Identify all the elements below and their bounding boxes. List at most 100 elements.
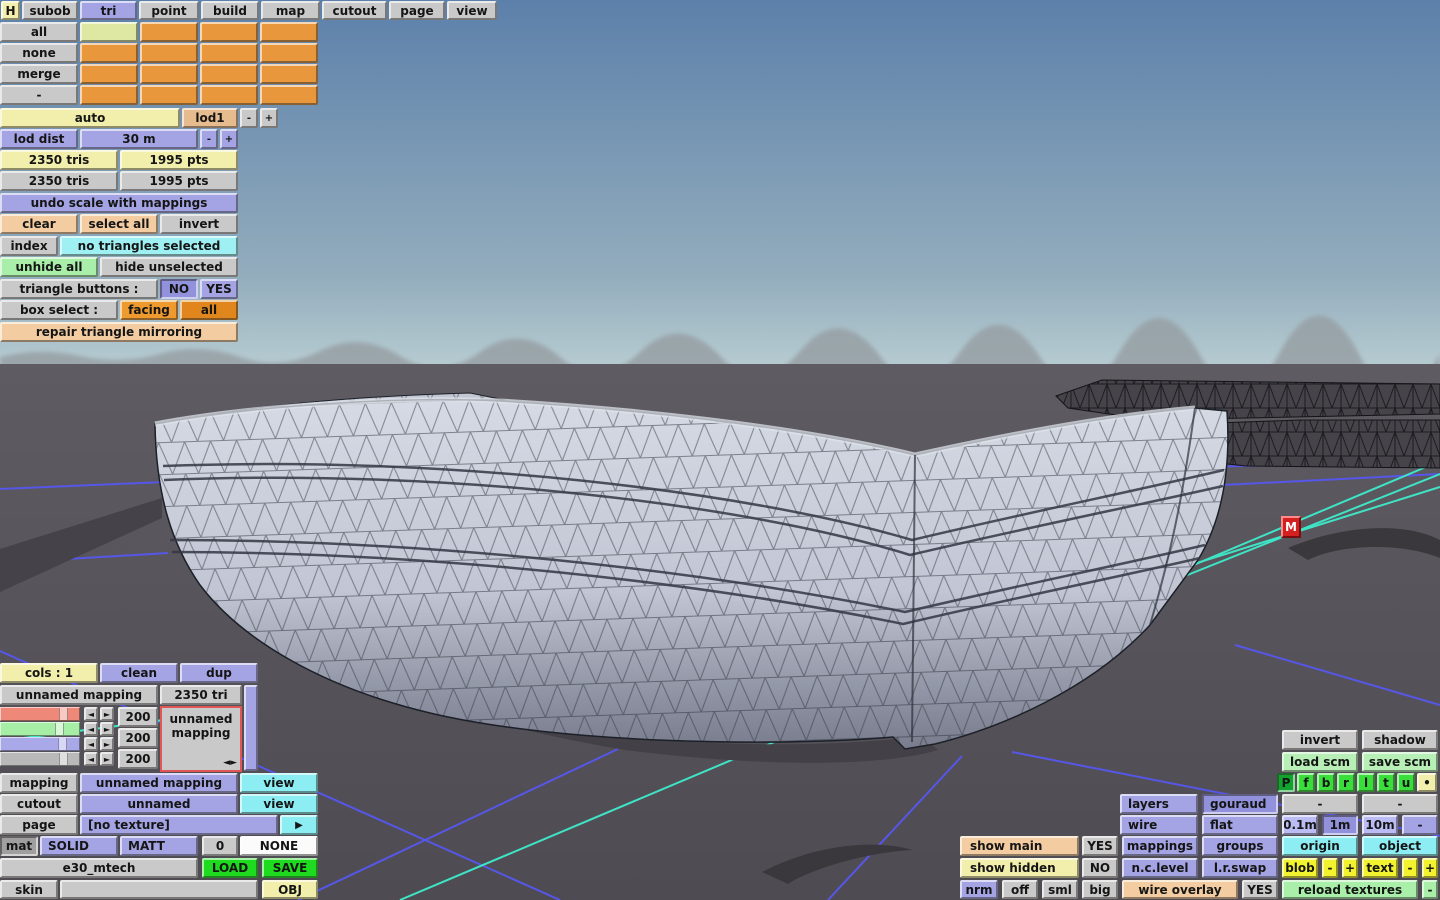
subob-grid-cell[interactable] [140,85,198,105]
select-all-button[interactable]: select all [80,214,158,234]
page-row-label[interactable]: page [0,815,78,835]
cutout-row-label[interactable]: cutout [0,794,78,814]
blob-minus-button[interactable]: - [1322,858,1338,878]
proj-f-button[interactable]: f [1297,773,1315,792]
lod-level-button[interactable]: lod1 [182,108,238,128]
subob-merge-button[interactable]: merge [0,64,78,84]
blob-button[interactable]: blob [1282,858,1318,878]
lod-dist-minus-button[interactable]: - [200,129,218,149]
box-select-all[interactable]: all [180,300,238,320]
lod-plus-button[interactable]: + [260,108,278,128]
tab-h[interactable]: H [1,1,20,20]
subob-grid-cell[interactable] [200,64,258,84]
text-plus-button[interactable]: + [1422,858,1438,878]
mapping-scrollbar[interactable] [244,685,258,771]
mapping-view-button[interactable]: view [240,773,318,793]
shadow-button[interactable]: shadow [1362,730,1438,750]
nclevel-button[interactable]: n.c.level [1122,858,1198,878]
triangle-buttons-yes[interactable]: YES [200,279,238,299]
nrm-button[interactable]: nrm [960,880,998,899]
dup-button[interactable]: dup [180,663,258,683]
triangle-buttons-no[interactable]: NO [160,279,198,299]
slider-gray[interactable] [0,752,80,766]
mat-solid-button[interactable]: SOLID [40,836,118,856]
subob-minus-button[interactable]: - [0,85,78,105]
flat-button[interactable]: flat [1202,815,1278,835]
proj-dot-button[interactable]: • [1417,773,1437,792]
channel-value-2[interactable]: 200 [118,728,158,748]
proj-b-button[interactable]: b [1317,773,1335,792]
subob-grid-cell[interactable] [140,64,198,84]
grid-10m-button[interactable]: 10m [1362,815,1398,835]
subob-none-button[interactable]: none [0,43,78,63]
lod-minus-button[interactable]: - [240,108,258,128]
page-next-button[interactable]: ▶ [280,815,318,835]
clean-button[interactable]: clean [100,663,178,683]
groups-button[interactable]: groups [1202,836,1278,856]
undo-scale-button[interactable]: undo scale with mappings [0,193,238,213]
skin-name-field[interactable] [60,880,258,899]
tab-tri[interactable]: tri [80,1,137,20]
layers-dash-2[interactable]: - [1362,794,1438,814]
mat-matt-button[interactable]: MATT [120,836,198,856]
slider-red-left-arrow[interactable]: ◄ [84,707,98,721]
subob-grid-cell[interactable] [140,22,198,42]
subob-grid-cell[interactable] [200,85,258,105]
slider-gray-right-arrow[interactable]: ► [100,752,114,766]
subob-grid-cell[interactable] [80,64,138,84]
invert-button[interactable]: invert [1282,730,1358,750]
show-main-toggle[interactable]: YES [1082,836,1118,856]
proj-u-button[interactable]: u [1397,773,1415,792]
mat-label[interactable]: mat [0,836,38,856]
lod-dist-value[interactable]: 30 m [80,129,198,149]
repair-mirroring-button[interactable]: repair triangle mirroring [0,322,238,342]
slider-gray-left-arrow[interactable]: ◄ [84,752,98,766]
wire-overlay-toggle[interactable]: YES [1242,880,1278,899]
slider-red-right-arrow[interactable]: ► [100,707,114,721]
subob-grid-cell[interactable] [260,85,318,105]
tab-page[interactable]: page [389,1,445,20]
proj-l-button[interactable]: l [1357,773,1375,792]
subob-grid-cell[interactable] [140,43,198,63]
unhide-all-button[interactable]: unhide all [0,257,98,277]
object-button[interactable]: object [1362,836,1438,856]
reload-textures-button[interactable]: reload textures [1282,880,1418,899]
slider-red[interactable] [0,707,80,721]
mappings-button[interactable]: mappings [1122,836,1198,856]
mapping-marker[interactable]: M [1281,516,1301,538]
channel-value-1[interactable]: 200 [118,707,158,727]
mapping-row-label[interactable]: mapping [0,773,78,793]
slider-green[interactable] [0,722,80,736]
box-select-facing[interactable]: facing [120,300,178,320]
slider-blue[interactable] [0,737,80,751]
subob-grid-cell[interactable] [200,43,258,63]
page-row-value[interactable]: [no texture] [80,815,278,835]
cutout-view-button[interactable]: view [240,794,318,814]
save-button[interactable]: SAVE [262,858,318,878]
cols-button[interactable]: cols : 1 [0,663,98,683]
tab-subob[interactable]: subob [22,1,78,20]
tab-point[interactable]: point [139,1,199,20]
tab-map[interactable]: map [261,1,320,20]
lod-dist-plus-button[interactable]: + [220,129,238,149]
slider-green-left-arrow[interactable]: ◄ [84,722,98,736]
wire-button[interactable]: wire [1120,815,1198,835]
subob-grid-cell[interactable] [80,85,138,105]
tab-cutout[interactable]: cutout [322,1,387,20]
proj-p-button[interactable]: P [1277,773,1295,792]
subob-grid-cell-selected[interactable] [80,22,138,42]
proj-r-button[interactable]: r [1337,773,1355,792]
slider-green-right-arrow[interactable]: ► [100,722,114,736]
load-scm-button[interactable]: load scm [1282,752,1358,772]
subob-grid-cell[interactable] [80,43,138,63]
save-scm-button[interactable]: save scm [1362,752,1438,772]
invert-selection-button[interactable]: invert [160,214,238,234]
lrswap-button[interactable]: l.r.swap [1202,858,1278,878]
mat-none-button[interactable]: NONE [240,836,318,856]
reload-minus-button[interactable]: - [1422,880,1438,899]
slider-blue-left-arrow[interactable]: ◄ [84,737,98,751]
tab-build[interactable]: build [201,1,259,20]
subob-grid-cell[interactable] [260,22,318,42]
show-hidden-button[interactable]: show hidden [960,858,1079,878]
blob-plus-button[interactable]: + [1342,858,1358,878]
